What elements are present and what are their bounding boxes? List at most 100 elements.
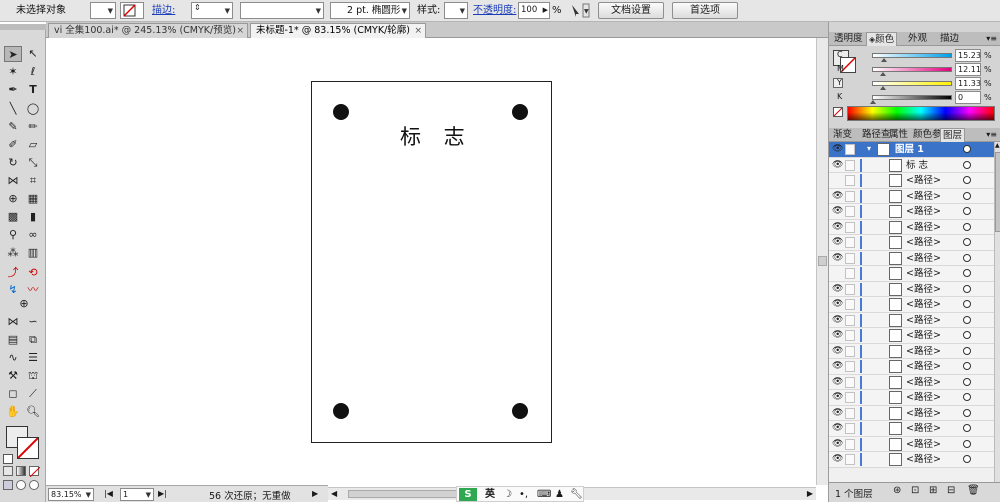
layer-item-row[interactable]: 👁︎ <路径> bbox=[829, 312, 994, 328]
lock-toggle[interactable] bbox=[845, 175, 855, 186]
tab-appearance[interactable]: 外观 bbox=[906, 32, 929, 46]
cyan-slider-thumb[interactable] bbox=[881, 58, 887, 62]
target-circle-icon[interactable] bbox=[963, 315, 971, 324]
puppet-warp-tool-icon[interactable]: ⚒ bbox=[4, 368, 22, 384]
item-name[interactable]: 标 志 bbox=[906, 158, 928, 173]
lock-toggle[interactable] bbox=[845, 392, 855, 403]
lock-toggle[interactable] bbox=[845, 438, 855, 450]
target-circle-icon[interactable] bbox=[963, 253, 971, 262]
layer-item-row[interactable]: 👁︎ <路径> bbox=[829, 374, 994, 390]
half-width-icon[interactable]: ☽ bbox=[503, 487, 512, 502]
item-name[interactable]: <路径> bbox=[906, 313, 941, 328]
make-clipping-mask-icon[interactable]: ⊡ bbox=[911, 485, 919, 496]
eyedropper-tool-icon[interactable]: ⚲ bbox=[4, 227, 22, 243]
item-name[interactable]: <路径> bbox=[906, 452, 941, 467]
recolor-artwork-icon[interactable]: ▼ bbox=[568, 2, 590, 19]
item-name[interactable]: <路径> bbox=[906, 189, 941, 204]
scroll-left-icon[interactable]: ◀ bbox=[331, 489, 337, 498]
punch-hole-top-right[interactable] bbox=[512, 104, 528, 120]
default-fill-stroke-icon[interactable] bbox=[3, 454, 13, 464]
stroke-weight-field[interactable]: ⇕ ▼ bbox=[191, 2, 233, 19]
line-segment-tool-icon[interactable]: ╲ bbox=[4, 101, 22, 117]
magenta-slider-thumb[interactable] bbox=[880, 72, 886, 76]
blob-brush-tool-icon[interactable]: ✐ bbox=[4, 137, 22, 153]
shape-builder-tool-icon[interactable]: ⊕ bbox=[4, 191, 22, 207]
target-circle-icon[interactable] bbox=[963, 269, 971, 277]
item-name[interactable]: <路径> bbox=[906, 204, 941, 219]
vertical-scrollbar[interactable] bbox=[816, 38, 828, 485]
lock-toggle[interactable] bbox=[845, 376, 855, 388]
lock-toggle[interactable] bbox=[845, 206, 855, 217]
target-circle-icon[interactable] bbox=[963, 222, 971, 231]
free-transform-tool-icon[interactable]: ⌗ bbox=[24, 173, 42, 189]
target-circle-icon[interactable] bbox=[963, 346, 971, 355]
lock-toggle[interactable] bbox=[845, 221, 855, 233]
slice-tool-icon[interactable]: ∽ bbox=[24, 314, 42, 330]
target-circle-icon[interactable] bbox=[963, 362, 971, 370]
target-circle-icon[interactable] bbox=[963, 145, 971, 153]
keyboard-icon[interactable]: ⌨ bbox=[537, 487, 551, 502]
target-circle-icon[interactable] bbox=[963, 207, 971, 215]
layers-scrollbar[interactable]: ▲ bbox=[994, 142, 1000, 482]
tab-transparency[interactable]: 透明度 bbox=[832, 32, 865, 46]
target-circle-icon[interactable] bbox=[963, 160, 971, 169]
symbol-sprayer-tool-icon[interactable]: ⁂ bbox=[4, 245, 22, 261]
item-name[interactable]: <路径> bbox=[906, 359, 941, 374]
layer-item-row[interactable]: 👁︎ <路径> bbox=[829, 204, 994, 220]
sogou-logo-icon[interactable]: S bbox=[459, 488, 477, 501]
punch-hole-top-left[interactable] bbox=[333, 104, 349, 120]
layer-item-row[interactable]: 👁︎ 标 志 bbox=[829, 157, 994, 173]
lock-toggle[interactable] bbox=[845, 268, 855, 279]
expand-triangle-icon[interactable]: ▾ bbox=[867, 144, 871, 153]
visibility-eye-icon[interactable]: 👁︎ bbox=[832, 284, 843, 294]
scroll-right-icon[interactable]: ▶ bbox=[807, 489, 813, 498]
layer-item-row[interactable]: 👁︎ <路径> bbox=[829, 452, 994, 468]
visibility-eye-icon[interactable]: 👁︎ bbox=[832, 392, 843, 402]
item-name[interactable]: <路径> bbox=[906, 375, 941, 390]
visibility-eye-icon[interactable]: 👁︎ bbox=[832, 423, 843, 433]
scroll-thumb[interactable] bbox=[995, 152, 1000, 232]
tab-attributes[interactable]: 属性 bbox=[887, 128, 910, 142]
opacity-stepper-icon[interactable]: ▶ bbox=[543, 6, 548, 14]
logo-text[interactable]: 标 志 bbox=[400, 121, 473, 151]
lock-toggle[interactable] bbox=[845, 314, 855, 326]
target-circle-icon[interactable] bbox=[963, 424, 971, 432]
layer-row-1[interactable]: 👁︎ ▾ 图层 1 bbox=[829, 142, 994, 158]
layer-item-row[interactable]: 👁︎ <路径> bbox=[829, 250, 994, 266]
rotate-tool-icon[interactable]: ↻ bbox=[4, 155, 22, 171]
target-circle-icon[interactable] bbox=[963, 377, 971, 386]
locate-object-icon[interactable]: ⊛ bbox=[893, 485, 901, 496]
punctuation-icon[interactable]: •, bbox=[519, 487, 528, 502]
layer-item-row[interactable]: 👁︎ <路径> bbox=[829, 188, 994, 204]
none-mode-icon[interactable] bbox=[29, 466, 41, 478]
visibility-eye-icon[interactable]: 👁︎ bbox=[832, 439, 843, 449]
visibility-eye-icon[interactable]: 👁︎ bbox=[832, 361, 843, 371]
pen-red-tool-icon[interactable]: ⤴ bbox=[4, 265, 22, 281]
column-graph-tool-icon[interactable]: ▥ bbox=[24, 245, 42, 261]
ellipse-tool-icon[interactable]: ◯ bbox=[24, 101, 42, 117]
item-name[interactable]: <路径> bbox=[906, 344, 941, 359]
tab-layers[interactable]: 图层 bbox=[940, 128, 966, 142]
lock-toggle[interactable] bbox=[845, 407, 855, 419]
stroke-swatch[interactable] bbox=[17, 437, 39, 459]
visibility-eye-icon[interactable]: 👁︎ bbox=[832, 206, 843, 216]
item-name[interactable]: <路径> bbox=[906, 406, 941, 421]
tab-vi-collection[interactable]: vi 全集100.ai* @ 245.13% (CMYK/预览) × bbox=[48, 23, 248, 38]
pencil-tool-icon[interactable]: ✏ bbox=[24, 119, 42, 135]
target-circle-icon[interactable] bbox=[963, 393, 971, 401]
document-setup-button[interactable]: 文档设置 bbox=[598, 2, 664, 19]
layer-item-row[interactable]: 👁︎ <路径> bbox=[829, 328, 994, 344]
draw-normal-icon[interactable] bbox=[3, 480, 13, 490]
visibility-eye-icon[interactable]: 👁︎ bbox=[832, 237, 843, 247]
black-slider-thumb[interactable] bbox=[870, 100, 876, 104]
delete-layer-icon[interactable]: 🗑︎ bbox=[967, 485, 980, 496]
ime-toolbar[interactable]: S 英 ☽ •, ⌨ ♟ 🔧︎ bbox=[456, 486, 584, 502]
fill-swatch-dropdown[interactable]: ▼ bbox=[90, 2, 116, 19]
artboard-number-field[interactable]: 1 ▼ bbox=[120, 488, 154, 501]
layer-name[interactable]: 图层 1 bbox=[895, 142, 924, 157]
ime-language[interactable]: 英 bbox=[485, 487, 495, 502]
item-name[interactable]: <路径> bbox=[906, 251, 941, 266]
item-name[interactable]: <路径> bbox=[906, 437, 941, 452]
target-circle-icon[interactable] bbox=[963, 176, 971, 184]
color-mode-icon[interactable] bbox=[3, 466, 13, 476]
